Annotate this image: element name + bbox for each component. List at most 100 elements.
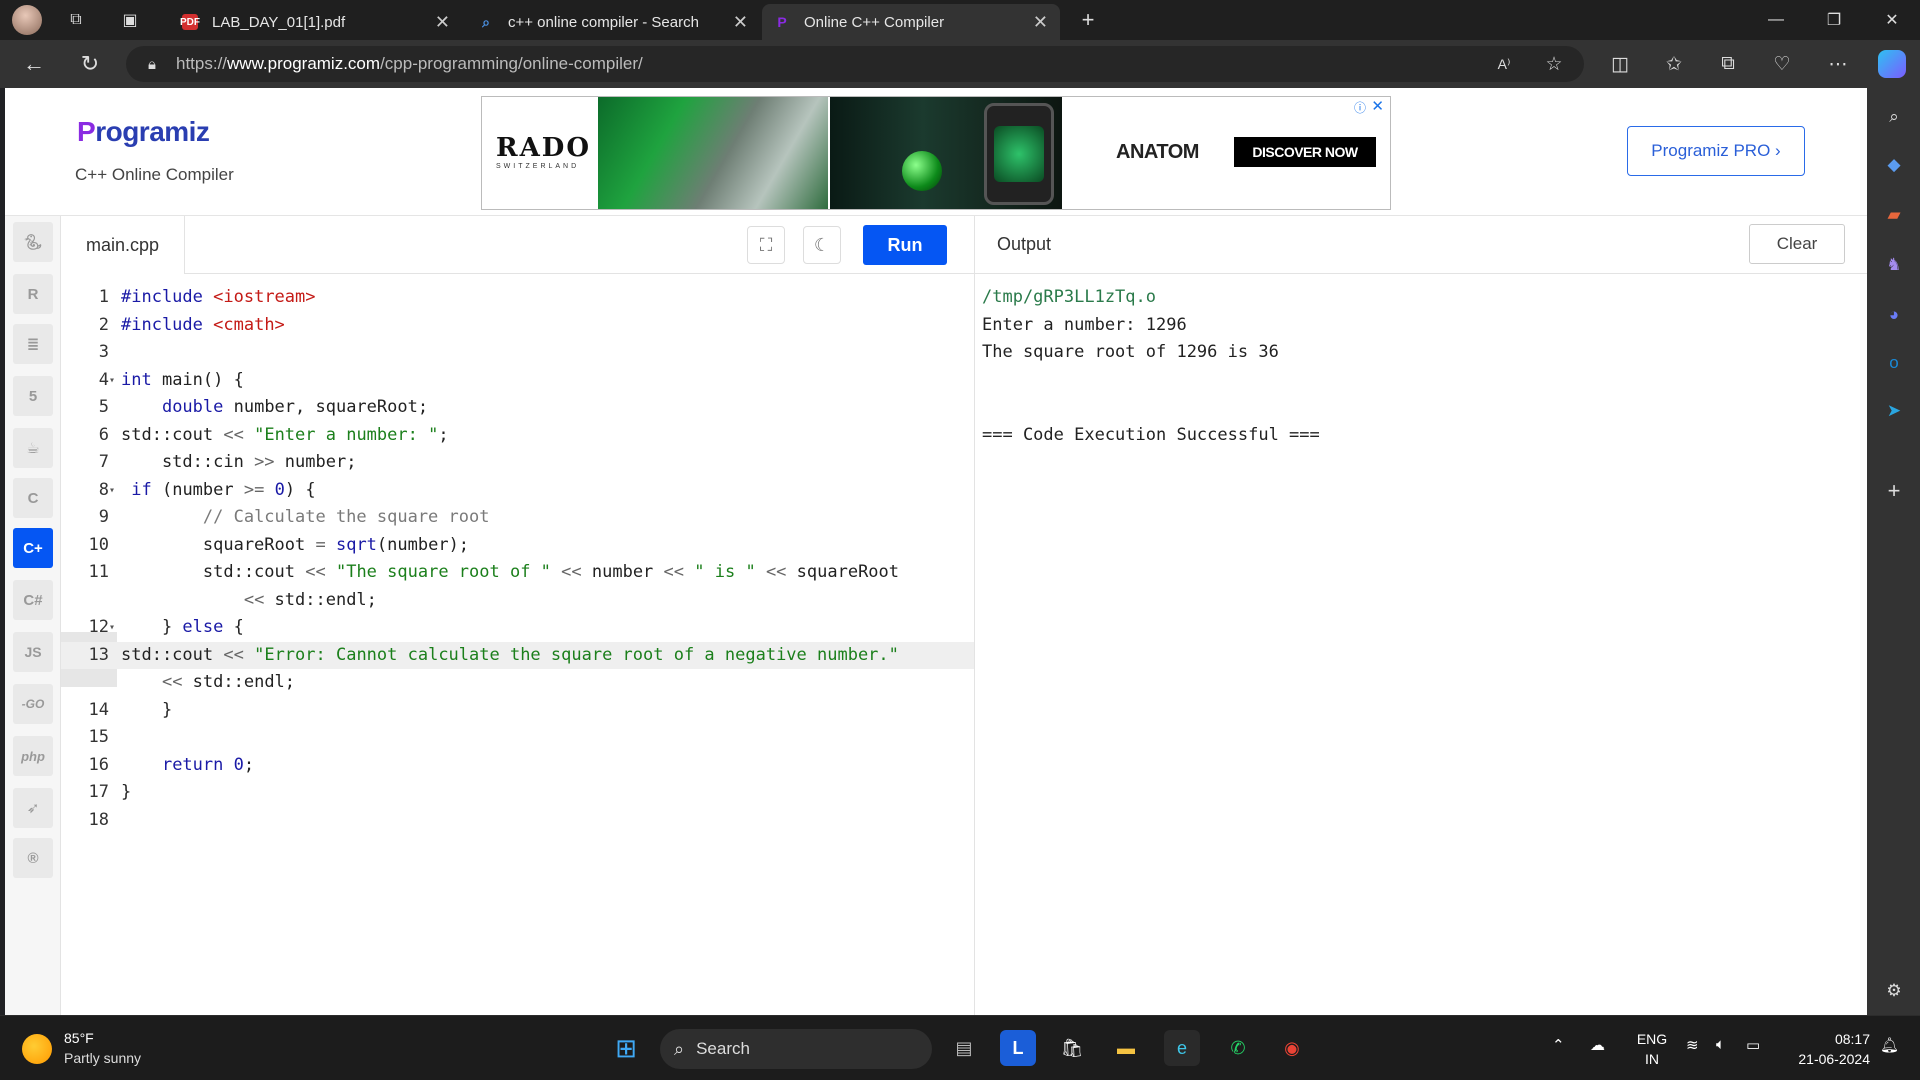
close-window-icon[interactable]: ✕ xyxy=(1872,6,1912,34)
tab-pdf[interactable]: PDF LAB_DAY_01[1].pdf ✕ xyxy=(170,4,462,40)
games-icon[interactable]: ♞ xyxy=(1881,252,1907,278)
tab-online-compiler[interactable]: P Online C++ Compiler ✕ xyxy=(762,4,1060,40)
ad-discover-button[interactable]: DISCOVER NOW xyxy=(1234,137,1376,167)
new-tab-icon[interactable]: + xyxy=(1074,6,1102,34)
code-line: 1 #include <iostream> xyxy=(61,284,974,312)
task-view-icon[interactable]: ▤ xyxy=(946,1030,982,1066)
edge-browser-icon[interactable]: e xyxy=(1164,1030,1200,1066)
send-icon[interactable]: ➤ xyxy=(1881,398,1907,424)
line-number: 7 xyxy=(98,452,109,472)
r-lang-icon[interactable]: R xyxy=(13,274,53,314)
close-icon[interactable]: ✕ xyxy=(1033,12,1048,33)
output-line: === Code Execution Successful === xyxy=(982,424,1320,445)
system-clock[interactable]: 08:17 21-06-2024 xyxy=(1782,1029,1870,1069)
code-text: #include <iostream> xyxy=(121,287,316,307)
chrome-icon[interactable]: ◉ xyxy=(1274,1030,1310,1066)
code-line: << std::endl; xyxy=(61,587,974,615)
code-line: << std::endl; xyxy=(61,669,974,697)
code-text: << std::endl; xyxy=(161,672,296,692)
show-hidden-icons-icon[interactable]: ⌃ xyxy=(1552,1036,1565,1054)
outlook-icon[interactable]: o xyxy=(1881,350,1907,376)
language-indicator[interactable]: ENG IN xyxy=(1634,1029,1670,1069)
line-number: 5 xyxy=(98,397,109,417)
fullscreen-icon[interactable]: ⛶ xyxy=(747,226,785,264)
programiz-logo[interactable]: Programiz xyxy=(77,116,210,148)
favorite-star-icon[interactable]: ☆ xyxy=(1538,48,1570,80)
more-options-icon[interactable]: ⋯ xyxy=(1822,48,1854,80)
profile-avatar[interactable] xyxy=(12,5,42,35)
page-viewport: Programiz C++ Online Compiler RADO SWITZ… xyxy=(5,88,1867,1015)
add-icon[interactable]: + xyxy=(1881,478,1907,504)
python-icon[interactable]: 🐍︎ xyxy=(13,222,53,262)
output-console[interactable]: /tmp/gRP3LL1zTq.o Enter a number: 1296 T… xyxy=(974,274,1867,1015)
refresh-icon[interactable]: ↻ xyxy=(70,44,110,84)
back-icon[interactable]: ← xyxy=(14,44,54,84)
search-icon: ⌕ xyxy=(674,1038,685,1059)
code-editor[interactable]: 1 #include <iostream> 2 #include <cmath> 3… xyxy=(61,274,974,1015)
ad-info-icon[interactable]: ⓘ xyxy=(1354,99,1366,116)
settings-gear-icon[interactable]: ⚙ xyxy=(1881,978,1907,1004)
taskbar-search[interactable]: ⌕ Search xyxy=(660,1029,932,1069)
shopping-tag-icon[interactable]: ◆ xyxy=(1881,152,1907,178)
code-text: std::cin >> number; xyxy=(121,452,357,472)
line-number: 12 xyxy=(88,617,109,637)
run-button[interactable]: Run xyxy=(863,225,947,265)
output-line: Enter a number: 1296 xyxy=(982,314,1187,335)
ad-close-icon[interactable]: ✕ xyxy=(1371,97,1384,115)
collections-icon[interactable]: ⧉ xyxy=(1712,48,1744,80)
search-icon: ⌕ xyxy=(482,13,490,30)
weather-sun-icon[interactable] xyxy=(22,1034,52,1064)
read-aloud-icon[interactable]: A⁾ xyxy=(1488,48,1520,80)
programiz-pro-button[interactable]: Programiz PRO › xyxy=(1627,126,1805,176)
workspaces-icon[interactable]: ⧉ xyxy=(62,6,90,34)
close-icon[interactable]: ✕ xyxy=(733,12,748,33)
minimize-icon[interactable]: — xyxy=(1756,6,1796,34)
onedrive-cloud-icon[interactable]: ☁ xyxy=(1590,1036,1605,1054)
ms-store-icon[interactable]: 🛍︎ xyxy=(1054,1030,1090,1066)
cpp-icon[interactable]: C+ xyxy=(13,528,53,568)
tools-icon[interactable]: ▰ xyxy=(1881,202,1907,228)
restore-icon[interactable]: ❐ xyxy=(1814,6,1854,34)
clear-button[interactable]: Clear xyxy=(1749,224,1845,264)
split-screen-icon[interactable]: ◫ xyxy=(1604,48,1636,80)
file-tab-main-cpp[interactable]: main.cpp xyxy=(61,216,185,274)
url-field[interactable]: 🔒︎ https://www.programiz.com/cpp-program… xyxy=(126,46,1584,82)
rust-icon[interactable]: ® xyxy=(13,838,53,878)
tab-actions-icon[interactable]: ▣ xyxy=(116,6,144,34)
code-text: } else { xyxy=(121,617,244,637)
battery-icon[interactable]: ▭ xyxy=(1746,1036,1760,1054)
java-icon[interactable]: ☕︎ xyxy=(13,428,53,468)
volume-muted-icon[interactable]: 🔈︎ xyxy=(1716,1036,1725,1053)
advertisement-banner[interactable]: RADO SWITZERLAND ANATOM DISCOVER NOW ⓘ ✕ xyxy=(481,96,1391,210)
line-number: 13 xyxy=(88,644,109,665)
line-number: 4 xyxy=(98,369,109,390)
search-icon[interactable]: ⌕ xyxy=(1881,104,1907,130)
sql-icon[interactable]: ≣ xyxy=(13,324,53,364)
fold-arrow-icon[interactable]: ▾ xyxy=(109,477,119,505)
fold-arrow-icon[interactable]: ▾ xyxy=(109,367,119,395)
javascript-icon[interactable]: JS xyxy=(13,632,53,672)
copilot-designer-icon[interactable]: ◕ xyxy=(1881,302,1907,328)
tab-search[interactable]: ⌕ c++ online compiler - Search ✕ xyxy=(466,4,760,40)
windows-start-icon[interactable]: ⊞ xyxy=(608,1030,644,1066)
notification-bell-icon[interactable]: 🔔︎ xyxy=(1880,1036,1899,1054)
browser-essentials-icon[interactable]: ♡ xyxy=(1766,48,1798,80)
fold-arrow-icon[interactable]: ▾ xyxy=(109,614,119,642)
csharp-icon[interactable]: C# xyxy=(13,580,53,620)
learning-app-icon[interactable]: L xyxy=(1000,1030,1036,1066)
go-icon[interactable]: -GO xyxy=(13,684,53,724)
close-icon[interactable]: ✕ xyxy=(435,12,450,33)
favorites-icon[interactable]: ✩ xyxy=(1658,48,1690,80)
swift-icon[interactable]: ➶ xyxy=(13,788,53,828)
whatsapp-icon[interactable]: ✆ xyxy=(1220,1030,1256,1066)
html-icon[interactable]: 5 xyxy=(13,376,53,416)
c-lang-icon[interactable]: C xyxy=(13,478,53,518)
wifi-icon[interactable]: ≋ xyxy=(1686,1036,1699,1054)
php-icon[interactable]: php xyxy=(13,736,53,776)
copilot-icon[interactable] xyxy=(1878,50,1906,78)
code-text: << std::endl; xyxy=(243,589,377,610)
file-explorer-icon[interactable]: ▬ xyxy=(1108,1030,1144,1066)
dark-mode-icon[interactable]: ☾ xyxy=(803,226,841,264)
clock-time: 08:17 xyxy=(1834,1031,1870,1047)
code-text: } xyxy=(121,782,132,802)
